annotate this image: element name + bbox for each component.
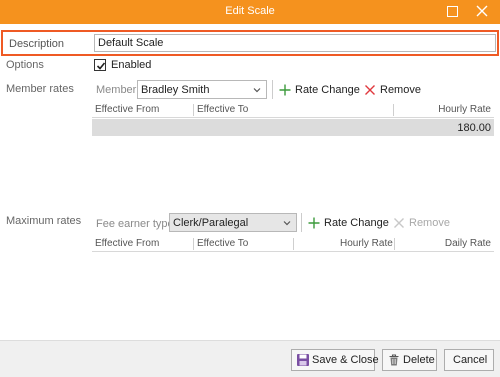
remove-x-icon — [365, 85, 375, 95]
member-rates-label: Member rates — [6, 83, 74, 95]
description-label: Description — [9, 38, 65, 50]
member-filter-label: Member — [96, 84, 137, 96]
member-select[interactable]: Bradley Smith — [137, 80, 267, 99]
member-rates-header: Effective From Effective To Hourly Rate — [92, 102, 494, 118]
description-row: Description Default Scale — [1, 30, 499, 56]
maximum-rate-change-label: Rate Change — [324, 217, 389, 229]
cancel-button[interactable]: Cancel — [444, 349, 494, 371]
remove-x-icon — [394, 218, 404, 228]
column-effective-to: Effective To — [197, 104, 249, 115]
column-divider — [193, 104, 194, 116]
delete-label: Delete — [403, 354, 435, 366]
member-select-value: Bradley Smith — [141, 84, 210, 96]
plus-icon — [279, 84, 291, 96]
column-divider — [293, 238, 294, 250]
enabled-label: Enabled — [111, 59, 152, 71]
save-close-button[interactable]: Save & Close — [291, 349, 379, 371]
delete-button[interactable]: Delete — [382, 349, 437, 371]
column-daily-rate: Daily Rate — [444, 238, 491, 249]
toolbar-divider — [301, 213, 302, 232]
checkmark-icon — [96, 62, 106, 70]
member-rate-change-button[interactable]: Rate Change — [279, 84, 360, 98]
save-close-label: Save & Close — [312, 354, 379, 366]
column-divider — [393, 104, 394, 116]
maximum-rates-header: Effective From Effective To Hourly Rate … — [92, 236, 494, 252]
cell-hourly-rate: 180.00 — [457, 122, 491, 134]
plus-icon — [308, 217, 320, 229]
maximum-rates-label: Maximum rates — [6, 215, 82, 227]
maximum-rate-change-button[interactable]: Rate Change — [308, 217, 389, 231]
options-label: Options — [6, 59, 44, 71]
maximum-remove-label: Remove — [409, 217, 450, 229]
maximize-icon[interactable] — [447, 6, 458, 17]
chevron-down-icon — [253, 88, 261, 93]
column-effective-from: Effective From — [95, 104, 160, 115]
column-hourly-rate: Hourly Rate — [340, 238, 393, 249]
close-icon[interactable] — [474, 3, 490, 19]
column-divider — [394, 238, 395, 250]
member-remove-button[interactable]: Remove — [364, 84, 422, 98]
column-hourly-rate: Hourly Rate — [438, 104, 491, 115]
dialog-footer: Save & Close Delete Cancel — [0, 340, 500, 377]
column-effective-from: Effective From — [95, 238, 160, 249]
save-icon — [297, 354, 309, 366]
description-input[interactable]: Default Scale — [94, 34, 496, 52]
chevron-down-icon — [283, 221, 291, 226]
maximum-remove-button[interactable]: Remove — [393, 217, 451, 231]
fee-earner-type-select[interactable]: Clerk/Paralegal — [169, 213, 297, 232]
window-title: Edit Scale — [225, 5, 275, 17]
enabled-checkbox[interactable] — [94, 59, 106, 71]
member-rate-change-label: Rate Change — [295, 84, 360, 96]
column-divider — [193, 238, 194, 250]
title-bar: Edit Scale — [0, 0, 500, 24]
trash-icon — [389, 354, 399, 366]
column-effective-to: Effective To — [197, 238, 249, 249]
member-remove-label: Remove — [380, 84, 421, 96]
cancel-label: Cancel — [453, 354, 488, 366]
fee-earner-filter-label: Fee earner type — [96, 218, 174, 230]
toolbar-divider — [272, 80, 273, 99]
fee-earner-type-value: Clerk/Paralegal — [173, 217, 249, 229]
table-row[interactable]: 180.00 — [92, 119, 494, 136]
